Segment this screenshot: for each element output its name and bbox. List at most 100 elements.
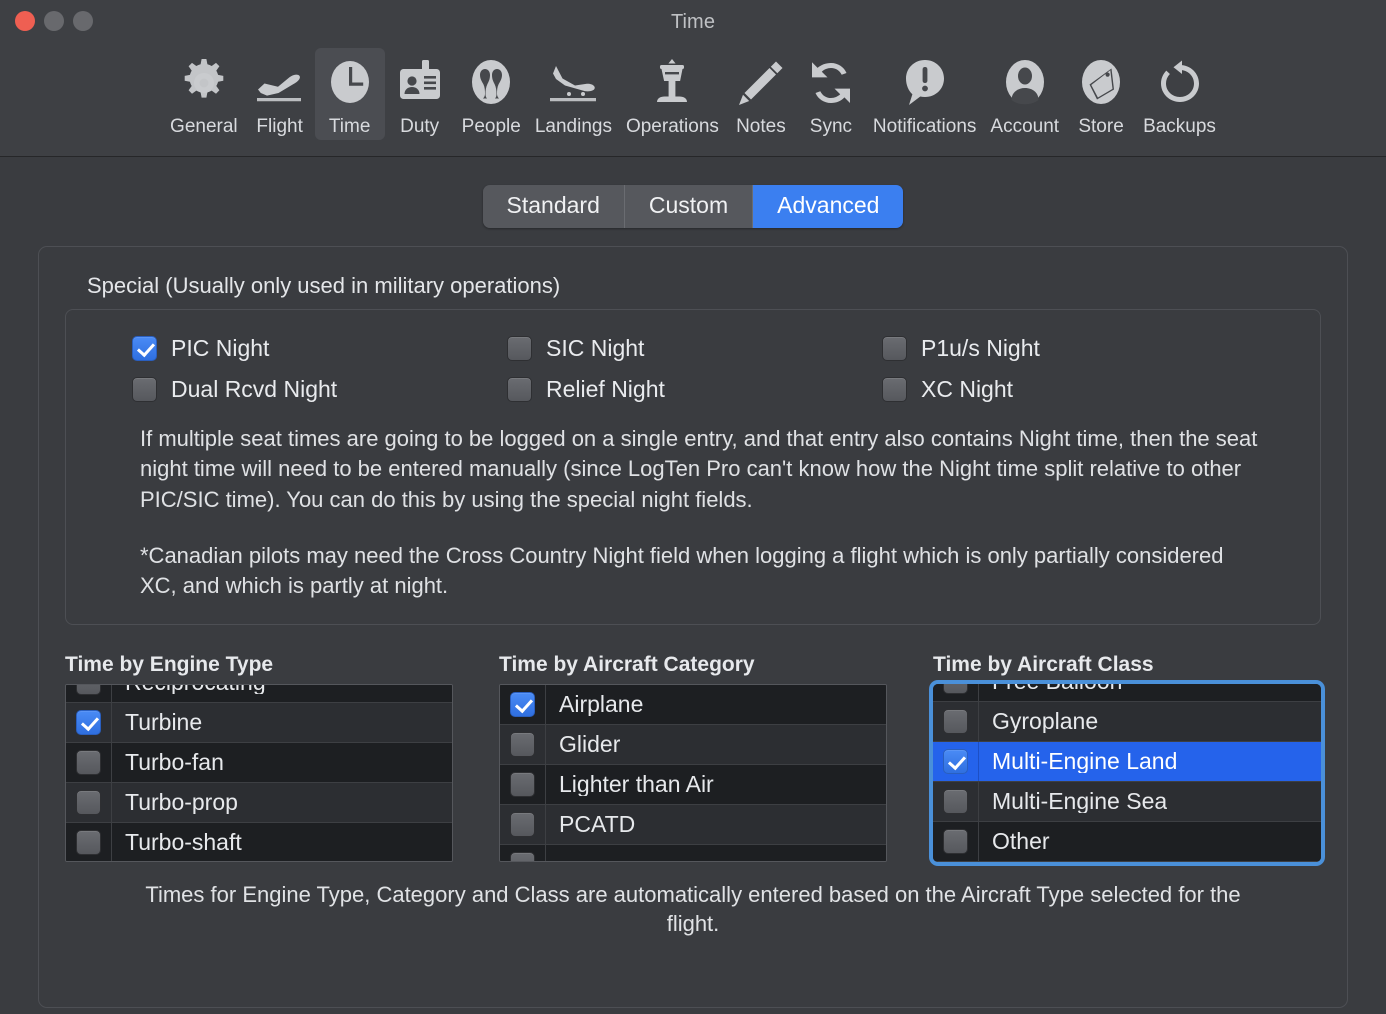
checkbox-unchecked-icon[interactable] [507, 336, 532, 361]
tab-advanced[interactable]: Advanced [753, 185, 904, 228]
checkbox-unchecked-icon[interactable] [76, 684, 101, 695]
checkbox-unchecked-icon[interactable] [510, 771, 535, 797]
listbox-scroll-content: Airplane Glider Lighter than Air PCATD [500, 684, 886, 861]
list-item-checkbox-cell[interactable] [500, 684, 546, 724]
close-button[interactable] [15, 11, 35, 31]
checkbox-unchecked-icon[interactable] [510, 731, 535, 757]
listbox[interactable]: Free Balloon Gyroplane Multi-Engine Land Mu… [933, 683, 1321, 862]
list-item[interactable]: Airplane [500, 684, 886, 725]
exclamation-bubble-icon [897, 54, 953, 112]
toolbar-item-flight[interactable]: Flight [245, 48, 315, 140]
toolbar-item-label: Flight [256, 116, 303, 137]
list-item-label: Gyroplane [992, 709, 1099, 733]
list-item[interactable]: Multi-Engine Sea [933, 781, 1321, 822]
list-item-checkbox-cell[interactable] [500, 764, 546, 804]
checkbox-unchecked-icon[interactable] [76, 749, 101, 775]
zoom-button[interactable] [73, 11, 93, 31]
tab-standard[interactable]: Standard [482, 185, 625, 228]
list-item-label: Turbo-shaft [125, 830, 242, 854]
checkbox-unchecked-icon[interactable] [943, 788, 968, 814]
control-tower-icon [644, 54, 700, 112]
checkbox-row-pic-night[interactable]: PIC Night [132, 336, 507, 361]
checkbox-unchecked-icon[interactable] [510, 811, 535, 837]
list-item[interactable]: PCATD [500, 804, 886, 845]
checkbox-unchecked-icon[interactable] [943, 828, 968, 854]
special-group-box: PIC Night SIC Night P1u/s Night Dual Rcvd N… [65, 309, 1321, 625]
list-item-checkbox-cell[interactable] [933, 683, 979, 701]
toolbar-item-time[interactable]: Time [314, 48, 385, 140]
toolbar-item-backups[interactable]: Backups [1136, 48, 1223, 140]
list-item[interactable]: Turbo-fan [66, 742, 452, 783]
checkbox-row-sic-night[interactable]: SIC Night [507, 336, 882, 361]
list-item[interactable]: Gyroplane [933, 701, 1321, 742]
list-item[interactable]: Lighter than Air [500, 764, 886, 805]
list-item-checkbox-cell[interactable] [933, 781, 979, 821]
list-item[interactable]: Free Balloon [933, 683, 1321, 702]
checkbox-unchecked-icon[interactable] [507, 377, 532, 402]
list-item-checkbox-cell[interactable] [933, 821, 979, 861]
checkbox-label: P1u/s Night [921, 335, 1040, 361]
checkbox-checked-icon[interactable] [943, 748, 968, 774]
list-item[interactable]: Glider [500, 724, 886, 765]
airplane-landing-icon [545, 54, 601, 112]
list-item[interactable]: Turbine [66, 702, 452, 743]
checkbox-row-dual-rcvd-night[interactable]: Dual Rcvd Night [132, 377, 507, 402]
time-lists-row: Time by Engine Type Reciprocating Turbine T… [65, 653, 1321, 862]
list-item[interactable]: Reciprocating [66, 684, 452, 703]
list-item-checkbox-cell[interactable] [933, 701, 979, 741]
toolbar-item-label: Duty [400, 116, 440, 137]
toolbar-item-sync[interactable]: Sync [796, 48, 866, 140]
list-item-checkbox-cell[interactable] [66, 822, 112, 861]
special-checkbox-grid: PIC Night SIC Night P1u/s Night Dual Rcvd N… [132, 336, 1298, 402]
list-item[interactable]: Other [933, 821, 1321, 862]
list-item-label: Airplane [559, 692, 644, 716]
minimize-button[interactable] [44, 11, 64, 31]
list-item-checkbox-cell[interactable] [66, 782, 112, 822]
toolbar-item-account[interactable]: Account [983, 48, 1066, 140]
list-item-checkbox-cell[interactable] [66, 684, 112, 702]
tab-custom[interactable]: Custom [624, 185, 754, 228]
list-item[interactable]: Multi-Engine Land [933, 741, 1321, 782]
toolbar-item-general[interactable]: General [163, 48, 245, 140]
toolbar-item-notifications[interactable]: Notifications [866, 48, 984, 140]
list-item[interactable]: Turbo-shaft [66, 822, 452, 861]
checkbox-unchecked-icon[interactable] [510, 851, 535, 861]
list-item[interactable] [500, 844, 886, 861]
toolbar-item-landings[interactable]: Landings [528, 48, 619, 140]
checkbox-unchecked-icon[interactable] [76, 789, 101, 815]
list-item-label: Free Balloon [979, 684, 1122, 693]
list-item-checkbox-cell[interactable] [500, 804, 546, 844]
checkbox-row-xc-night[interactable]: XC Night [882, 377, 1298, 402]
toolbar-item-label: Backups [1143, 116, 1216, 137]
toolbar-item-people[interactable]: People [455, 48, 528, 140]
checkbox-row-p1u-s-night[interactable]: P1u/s Night [882, 336, 1298, 361]
toolbar-item-notes[interactable]: Notes [726, 48, 796, 140]
checkbox-checked-icon[interactable] [510, 691, 535, 717]
list-item[interactable]: Turbo-prop [66, 782, 452, 823]
checkbox-unchecked-icon[interactable] [882, 336, 907, 361]
checkbox-checked-icon[interactable] [132, 336, 157, 361]
checkbox-row-relief-night[interactable]: Relief Night [507, 377, 882, 402]
checkbox-unchecked-icon[interactable] [943, 708, 968, 734]
checkbox-unchecked-icon[interactable] [76, 829, 101, 855]
listbox[interactable]: Reciprocating Turbine Turbo-fan Turbo-prop T… [65, 683, 453, 862]
toolbar-item-store[interactable]: Store [1066, 48, 1136, 140]
list-item-checkbox-cell[interactable] [933, 741, 979, 781]
toolbar-item-label: General [170, 116, 238, 137]
toolbar-item-duty[interactable]: Duty [385, 48, 455, 140]
price-tag-icon [1073, 54, 1129, 112]
checkbox-unchecked-icon[interactable] [882, 377, 907, 402]
list-item-checkbox-cell[interactable] [500, 844, 546, 861]
segmented-control[interactable]: Standard Custom Advanced [482, 185, 904, 228]
list-item-checkbox-cell[interactable] [500, 724, 546, 764]
restore-arrow-icon [1152, 54, 1208, 112]
toolbar-item-operations[interactable]: Operations [619, 48, 726, 140]
list-item-checkbox-cell[interactable] [66, 702, 112, 742]
checkbox-checked-icon[interactable] [76, 709, 101, 735]
checkbox-unchecked-icon[interactable] [943, 683, 968, 694]
checkbox-label: SIC Night [546, 335, 645, 361]
list-item-checkbox-cell[interactable] [66, 742, 112, 782]
checkbox-unchecked-icon[interactable] [132, 377, 157, 402]
preferences-window: Time General Flight Time Duty People Landings… [0, 0, 1386, 1014]
listbox[interactable]: Airplane Glider Lighter than Air PCATD [499, 683, 887, 862]
